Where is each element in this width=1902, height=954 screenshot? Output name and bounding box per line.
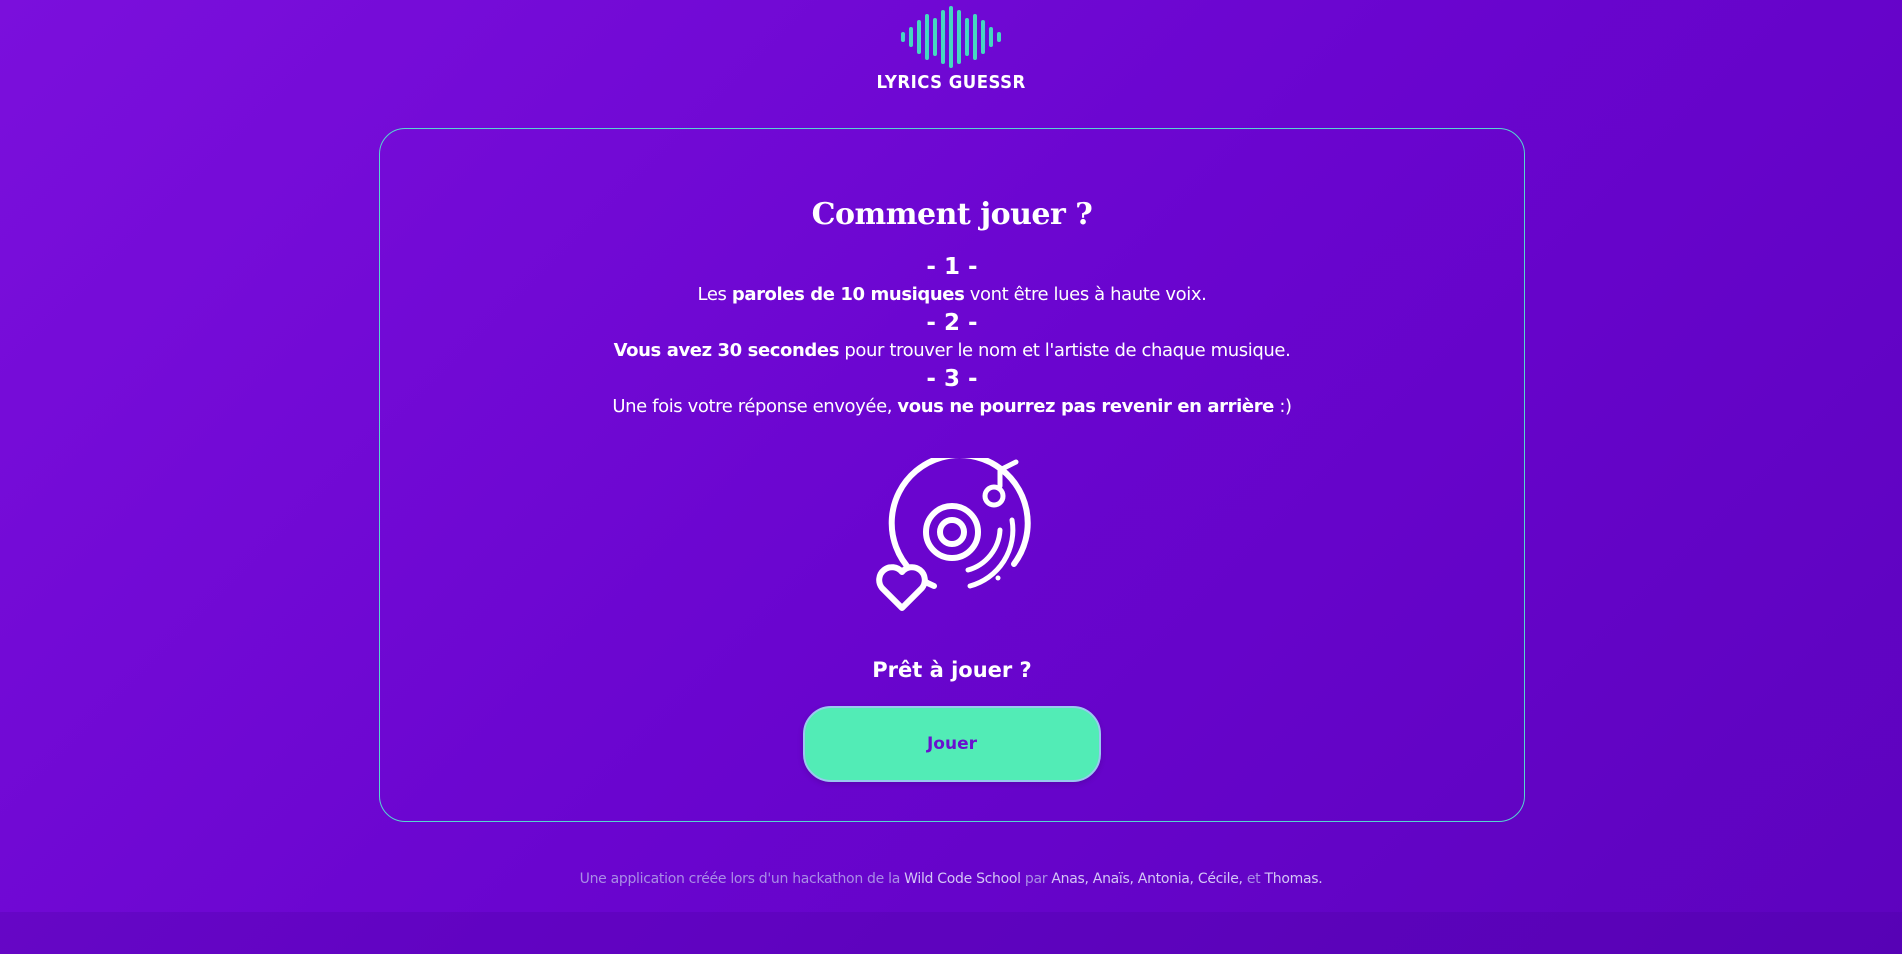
author-name: Thomas: [1264, 871, 1319, 887]
step-text-pre: Une fois votre réponse envoyée,: [612, 396, 898, 417]
vinyl-heart-icon: [876, 458, 1031, 611]
step-number: - 3 -: [926, 366, 978, 392]
footer-credits: Une application créée lors d'un hackatho…: [0, 871, 1902, 887]
step-3: - 3 - Une fois votre réponse envoyée, vo…: [612, 366, 1292, 422]
step-number: - 1 -: [926, 254, 978, 280]
how-to-play-card: Comment jouer ? - 1 - Les paroles de 10 …: [379, 128, 1525, 822]
footer-end: .: [1318, 871, 1323, 887]
step-text-bold: vous ne pourrez pas revenir en arrière: [897, 396, 1274, 417]
step-text-post: :): [1274, 396, 1292, 417]
step-2: - 2 - Vous avez 30 secondes pour trouver…: [612, 310, 1291, 366]
footer-text: et: [1242, 871, 1265, 887]
ready-prompt: Prêt à jouer ?: [872, 658, 1032, 682]
step-text-bold: Vous avez 30 secondes: [613, 340, 840, 361]
step-text: Une fois votre réponse envoyée, vous ne …: [612, 392, 1292, 422]
step-text: Vous avez 30 secondes pour trouver le no…: [612, 336, 1291, 366]
step-text-bold: paroles de 10 musiques: [731, 284, 965, 305]
steps-list: - 1 - Les paroles de 10 musiques vont êt…: [612, 254, 1292, 422]
bottom-band: [0, 912, 1902, 954]
step-text-post: vont être lues à haute voix.: [964, 284, 1207, 305]
step-text-post: pour trouver le nom et l'artiste de chaq…: [839, 340, 1291, 361]
logo-text: LYRICS GUESSR: [876, 72, 1026, 93]
step-1: - 1 - Les paroles de 10 musiques vont êt…: [612, 254, 1291, 310]
sound-wave-icon: [901, 6, 1001, 68]
step-text-pre: Les: [697, 284, 732, 305]
footer-text: par: [1020, 871, 1052, 887]
play-button[interactable]: Jouer: [803, 706, 1101, 782]
step-text: Les paroles de 10 musiques vont être lue…: [612, 280, 1291, 310]
step-number: - 2 -: [926, 310, 978, 336]
authors-names: Anas, Anaïs, Antonia, Cécile,: [1051, 871, 1243, 887]
card-title: Comment jouer ?: [811, 197, 1093, 232]
school-link[interactable]: Wild Code School: [904, 871, 1021, 887]
app-logo[interactable]: LYRICS GUESSR: [0, 6, 1902, 93]
footer-text: Une application créée lors d'un hackatho…: [579, 871, 905, 887]
